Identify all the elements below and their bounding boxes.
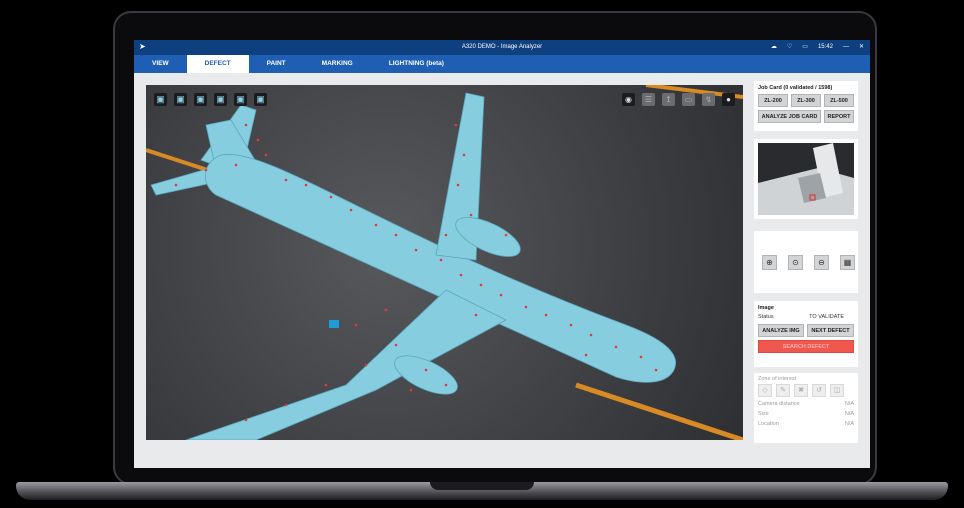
next-defect-button[interactable]: NEXT DEFECT: [807, 324, 854, 337]
zone-delete-icon[interactable]: ◫: [830, 384, 844, 397]
tab-view[interactable]: VIEW: [134, 55, 187, 73]
size-value: N/A: [844, 411, 854, 417]
image-panel: Image Status TO VALIDATE ANALYZE IMG NEX…: [754, 301, 858, 367]
title-bar: ➤ A320 DEMO - Image Analyzer ☁ ♡ ▭ 15:42…: [134, 40, 870, 55]
zl-200-button[interactable]: ZL-200: [758, 94, 788, 107]
cylinder-icon[interactable]: ●: [722, 93, 735, 106]
view-back-icon[interactable]: ▣: [174, 93, 187, 106]
report-button[interactable]: REPORT: [824, 110, 854, 123]
image-preview[interactable]: [758, 143, 854, 215]
view-bottom-icon[interactable]: ▣: [254, 93, 267, 106]
camera-distance-label: Camera distance: [758, 401, 800, 407]
location-label: Location: [758, 421, 779, 427]
viewport-tools: ◉ ☰ ↥ ▭ ↯ ●: [622, 93, 735, 106]
camera-distance-value: N/A: [844, 401, 854, 407]
right-wing: [185, 289, 507, 440]
laptop-notch: [430, 482, 534, 490]
analyze-img-button[interactable]: ANALYZE IMG: [758, 324, 804, 337]
zone-edit-icon[interactable]: ✎: [776, 384, 790, 397]
taxi-line-right: [575, 382, 743, 440]
search-defect-button[interactable]: SEARCH DEFECT: [758, 340, 854, 353]
zoom-out-icon[interactable]: ⊖: [814, 255, 829, 270]
zoom-fit-icon[interactable]: ⊙: [788, 255, 803, 270]
tab-marking[interactable]: MARKING: [304, 55, 371, 73]
battery-icon[interactable]: ▭: [802, 43, 808, 50]
window-title: A320 DEMO - Image Analyzer: [461, 44, 543, 50]
tab-defect[interactable]: DEFECT: [186, 55, 249, 73]
tab-lightning[interactable]: LIGHTNING (beta): [371, 55, 462, 73]
status-label: Status: [758, 314, 774, 320]
grid-icon[interactable]: ▦: [840, 255, 855, 270]
zone-title: Zone of interest: [758, 376, 797, 382]
clock-time: 15:42: [817, 43, 833, 50]
zone-undo-icon[interactable]: ↺: [812, 384, 826, 397]
view-right-icon[interactable]: ▣: [214, 93, 227, 106]
job-card-panel: Job Card (0 validated / 1598) ZL-200 ZL-…: [754, 81, 858, 131]
layers-icon[interactable]: ☰: [642, 93, 655, 106]
close-icon[interactable]: ✕: [859, 43, 864, 50]
zoom-in-icon[interactable]: ⊕: [762, 255, 777, 270]
selected-defect-marker[interactable]: [329, 320, 339, 328]
bolt-icon[interactable]: ↯: [702, 93, 715, 106]
app-window: ➤ A320 DEMO - Image Analyzer ☁ ♡ ▭ 15:42…: [134, 40, 870, 468]
minimize-icon[interactable]: —: [843, 44, 849, 50]
main-tabs: VIEW DEFECT PAINT MARKING LIGHTNING (bet…: [134, 55, 870, 73]
view-left-icon[interactable]: ▣: [194, 93, 207, 106]
zone-cut-icon[interactable]: ✖: [794, 384, 808, 397]
location-value: N/A: [844, 421, 854, 427]
zone-panel: Zone of interest ◇ ✎ ✖ ↺ ◫ Camera distan…: [754, 373, 858, 443]
image-preview-panel: [754, 139, 858, 219]
view-front-icon[interactable]: ▣: [154, 93, 167, 106]
main-content: ▣ ▣ ▣ ▣ ▣ ▣ ◉ ☰ ↥ ▭ ↯ ● Job Card (0 vali…: [134, 73, 870, 468]
camera-icon[interactable]: ◉: [622, 93, 635, 106]
zl-300-button[interactable]: ZL-300: [791, 94, 821, 107]
zone-select-icon[interactable]: ◇: [758, 384, 772, 397]
image-title: Image: [758, 305, 774, 311]
measure-icon[interactable]: ↥: [662, 93, 675, 106]
view-top-icon[interactable]: ▣: [234, 93, 247, 106]
3d-viewport[interactable]: ▣ ▣ ▣ ▣ ▣ ▣ ◉ ☰ ↥ ▭ ↯ ●: [146, 85, 743, 440]
zoom-panel: ⊕ ⊙ ⊖ ▦: [754, 231, 858, 293]
view-cube-toolbar: ▣ ▣ ▣ ▣ ▣ ▣: [154, 93, 267, 106]
size-label: Size: [758, 411, 769, 417]
analyze-job-card-button[interactable]: ANALYZE JOB CARD: [758, 110, 821, 123]
zl-500-button[interactable]: ZL-500: [824, 94, 854, 107]
aircraft-model: [146, 85, 743, 440]
screen-icon[interactable]: ▭: [682, 93, 695, 106]
status-value: TO VALIDATE: [809, 314, 844, 320]
job-card-title: Job Card (0 validated / 1598): [758, 85, 833, 91]
wifi-icon[interactable]: ♡: [787, 43, 792, 50]
cloud-icon[interactable]: ☁: [771, 43, 777, 50]
tab-paint[interactable]: PAINT: [249, 55, 304, 73]
